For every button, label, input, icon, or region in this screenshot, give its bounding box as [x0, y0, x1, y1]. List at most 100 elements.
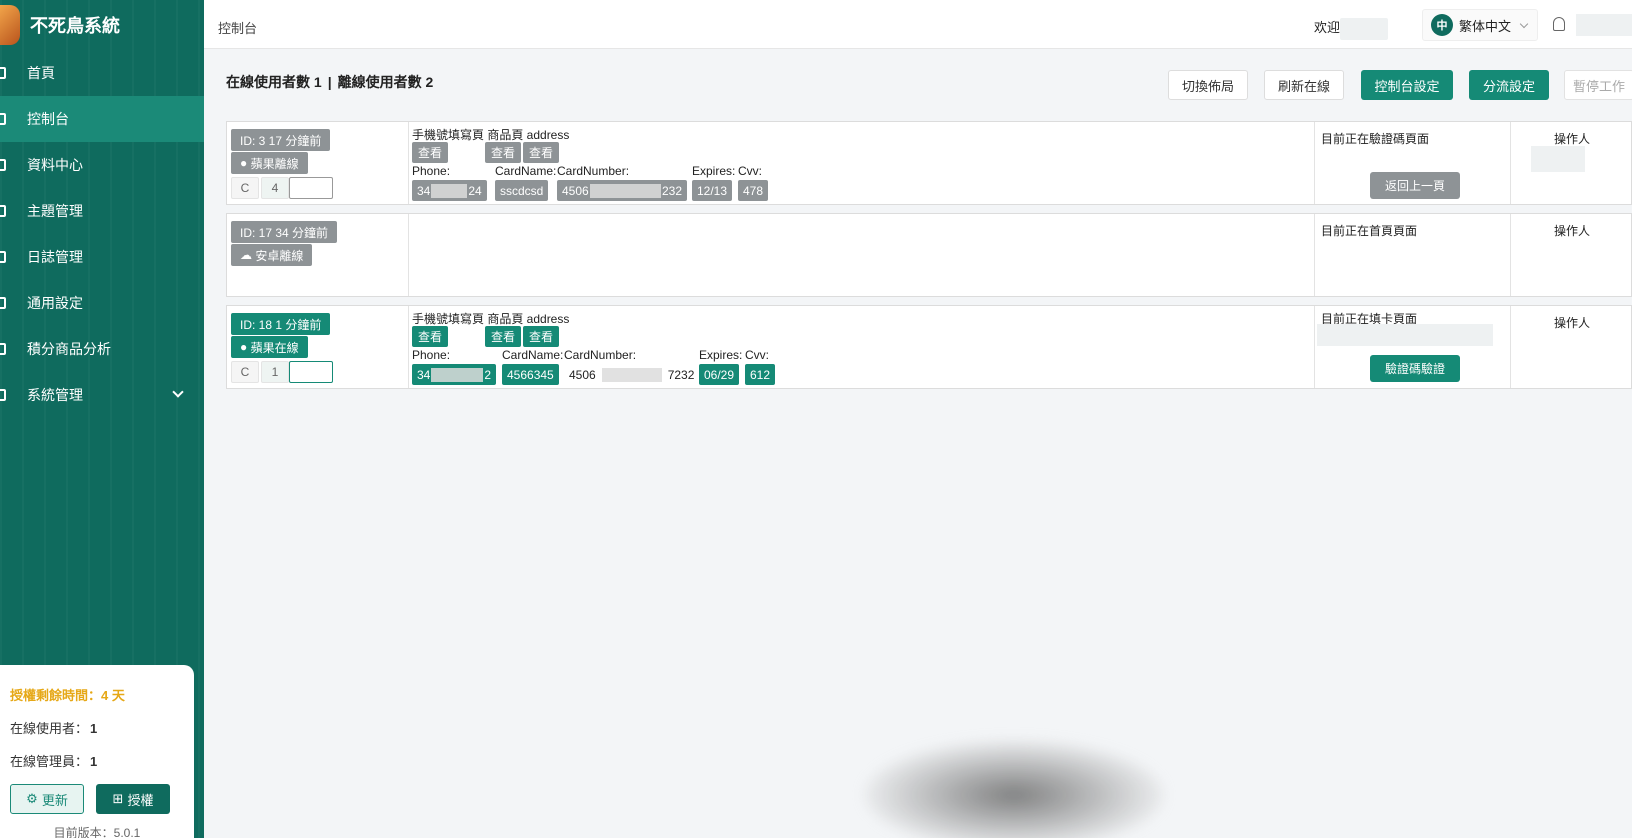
note-input[interactable] [289, 177, 333, 199]
verify-code-button[interactable]: 驗證碼驗證 [1370, 355, 1460, 382]
masked-segment [431, 367, 484, 382]
authorize-button[interactable]: ⊞ 授權 [96, 784, 170, 814]
phone-end: 24 [468, 183, 482, 198]
online-admins: 在線管理員： 1 [10, 751, 194, 770]
device-tag: ● 蘋果離線 [231, 152, 308, 174]
online-admins-label: 在線管理員： [10, 754, 89, 769]
sidebar-item-label: 主題管理 [27, 203, 83, 219]
cvv-value[interactable]: 478 [738, 180, 769, 201]
language-select[interactable]: 中 繁体中文 [1422, 9, 1538, 41]
sidebar-item-label: 系統管理 [27, 387, 83, 403]
back-button[interactable]: 返回上一頁 [1370, 172, 1460, 199]
update-button[interactable]: ⚙ 更新 [10, 784, 84, 814]
language-label: 繁体中文 [1459, 18, 1512, 34]
cardname-value[interactable]: sscdcsd [495, 180, 549, 201]
sidebar-item-general-settings[interactable]: 通用設定 [0, 280, 204, 326]
table-row: ID: 18 1 分鐘前 ● 蘋果在線 C 1 手機號填寫頁 商品頁 addre… [226, 305, 1632, 389]
split-settings-button[interactable]: 分流設定 [1469, 70, 1549, 100]
row-data-cell: 手機號填寫頁 商品頁 address 查看 查看 查看 Phone: CardN… [409, 122, 1315, 204]
chevron-down-icon [172, 386, 184, 398]
view-product-button[interactable]: 查看 [485, 142, 521, 163]
cvv-label: Cvv: [745, 348, 769, 362]
sidebar-item-home[interactable]: 首頁 [0, 50, 204, 96]
view-phone-button[interactable]: 查看 [412, 326, 448, 347]
cardnumber-value[interactable]: 4506 232 [557, 180, 687, 201]
page-list: 手機號填寫頁 商品頁 address [412, 128, 570, 142]
row-status-cell: 目前正在填卡頁面 驗證碼驗證 [1315, 306, 1511, 388]
cardname-value[interactable]: 4566345 [502, 364, 559, 385]
sidebar-item-label: 資料中心 [27, 157, 83, 173]
row-info-cell: ID: 17 34 分鐘前 ☁ 安卓離線 [227, 214, 409, 296]
sidebar-item-data-center[interactable]: 資料中心 [0, 142, 204, 188]
status-text: 目前正在驗證碼頁面 [1321, 132, 1430, 146]
sidebar-item-label: 積分商品分析 [27, 341, 111, 357]
c-button[interactable]: C [231, 361, 259, 383]
card-end: 7232 [667, 367, 695, 382]
sidebar-nav: 首頁 控制台 資料中心 主題管理 日誌管理 通用設定 積分商品分析 系統管理 [0, 50, 204, 418]
stats-separator: | [327, 74, 332, 90]
version: 目前版本：5.0.1 [53, 826, 141, 838]
welcome: 欢迎 [1314, 17, 1389, 40]
masked-segment [589, 183, 661, 198]
view-product-button[interactable]: 查看 [485, 326, 521, 347]
switch-layout-button[interactable]: 切換佈局 [1168, 70, 1248, 100]
sidebar-item-logs[interactable]: 日誌管理 [0, 234, 204, 280]
device-label: 安卓離線 [255, 248, 304, 263]
phone-start: 34 [417, 183, 431, 198]
online-admins-count: 1 [90, 754, 98, 769]
status-detail-blur [1317, 324, 1493, 346]
table-row: ID: 3 17 分鐘前 ● 蘋果離線 C 4 手機號填寫頁 商品頁 addre… [226, 121, 1632, 205]
sidebar-item-label: 日誌管理 [27, 249, 83, 265]
id-tag: ID: 17 34 分鐘前 [231, 221, 338, 243]
cvv-value[interactable]: 612 [745, 364, 776, 385]
phone-value[interactable]: 34 24 [412, 180, 487, 201]
console-settings-button[interactable]: 控制台設定 [1361, 70, 1453, 100]
card-end: 232 [661, 183, 682, 198]
view-address-button[interactable]: 查看 [523, 142, 559, 163]
phone-label: Phone: [412, 164, 451, 178]
cardnumber-label: CardNumber: [564, 348, 637, 362]
theme-icon [0, 205, 6, 217]
authorize-label: 授權 [127, 792, 154, 808]
chevron-down-icon [1519, 19, 1529, 28]
c-button[interactable]: C [231, 177, 259, 199]
phone-label: Phone: [412, 348, 451, 362]
phoenix-logo-icon [0, 5, 20, 45]
main-content: 在線使用者數 1 | 離線使用者數 2 切換佈局 刷新在線 控制台設定 分流設定 暫… [204, 50, 1632, 838]
data-icon [0, 159, 6, 171]
sidebar-item-label: 控制台 [27, 111, 69, 127]
row-data-cell: 手機號填寫頁 商品頁 address 查看 查看 查看 Phone: CardN… [409, 306, 1315, 388]
android-icon: ☁ [240, 248, 256, 262]
auth-card: 授權剩餘時間：4 天 在線使用者： 1 在線管理員： 1 ⚙ 更新 ⊞ 授權 目前版本：… [0, 665, 194, 838]
online-users-label: 在線使用者： [10, 721, 89, 736]
expires-value[interactable]: 06/29 [699, 364, 740, 385]
status-text: 目前正在首頁頁面 [1321, 224, 1418, 238]
offline-count: 離線使用者數 2 [337, 74, 434, 90]
auth-remaining: 授權剩餘時間：4 天 [10, 688, 125, 703]
home-icon [0, 67, 6, 79]
note-input[interactable] [289, 361, 333, 383]
language-badge: 中 [1431, 14, 1453, 36]
sidebar-item-system[interactable]: 系統管理 [0, 372, 204, 418]
expires-value[interactable]: 12/13 [692, 180, 733, 201]
cvv-label: Cvv: [738, 164, 762, 178]
view-phone-button[interactable]: 查看 [412, 142, 448, 163]
cardnumber-value[interactable]: 4506 7232 [564, 364, 699, 385]
chart-icon [0, 343, 6, 355]
table-row: ID: 17 34 分鐘前 ☁ 安卓離線 目前正在首頁頁面 操作人 [226, 213, 1632, 297]
username-blur [1340, 17, 1389, 40]
phone-start: 34 [417, 367, 431, 382]
phone-value[interactable]: 34 2 [412, 364, 497, 385]
row-status-cell: 目前正在驗證碼頁面 返回上一頁 [1315, 122, 1511, 204]
sidebar-item-theme[interactable]: 主題管理 [0, 188, 204, 234]
sidebar-item-label: 首頁 [27, 65, 55, 81]
sidebar-item-console[interactable]: 控制台 [0, 96, 204, 142]
view-address-button[interactable]: 查看 [523, 326, 559, 347]
card-start: 4506 [562, 183, 589, 198]
avatar[interactable] [1576, 14, 1632, 36]
bell-icon[interactable] [1553, 17, 1565, 31]
pause-work-button[interactable]: 暫停工作 [1564, 70, 1632, 100]
page-list: 手機號填寫頁 商品頁 address [412, 312, 570, 326]
sidebar-item-points-analysis[interactable]: 積分商品分析 [0, 326, 204, 372]
refresh-online-button[interactable]: 刷新在線 [1264, 70, 1344, 100]
